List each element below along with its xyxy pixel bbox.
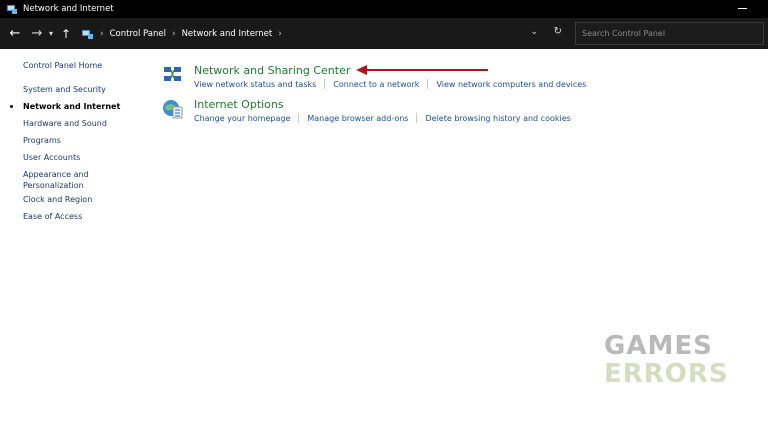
watermark-line-2: ERRORS (604, 359, 729, 389)
active-bullet-icon (10, 105, 13, 108)
view-network-status-link[interactable]: View network status and tasks (194, 80, 316, 89)
sidebar-item-system-and-security[interactable]: System and Security (23, 84, 106, 95)
internet-options-icon (163, 100, 183, 119)
connect-to-network-link[interactable]: Connect to a network (333, 80, 419, 89)
red-arrow-annotation-icon (356, 65, 488, 75)
link-divider (427, 79, 429, 89)
left-navigation-pane: Control Panel Home System and Security N… (0, 49, 150, 427)
breadcrumb-control-panel[interactable]: Control Panel (110, 29, 166, 39)
watermark-line-1: GAMES (604, 331, 713, 361)
delete-browsing-history-link[interactable]: Delete browsing history and cookies (425, 114, 570, 123)
breadcrumb-separator-icon[interactable]: › (172, 29, 176, 39)
watermark-logo: GAMES ERRORS (604, 332, 729, 388)
internet-options-link[interactable]: Internet Options (194, 98, 284, 112)
view-network-computers-link[interactable]: View network computers and devices (436, 80, 586, 89)
manage-browser-add-ons-link[interactable]: Manage browser add-ons (307, 114, 408, 123)
control-panel-icon (7, 5, 17, 14)
breadcrumb-separator-icon[interactable]: › (100, 29, 104, 39)
recent-locations-chevron-icon[interactable]: ▾ (46, 26, 56, 42)
sidebar-item-programs[interactable]: Programs (23, 135, 61, 146)
category-internet-options: Internet Options Change your homepage Ma… (162, 98, 571, 123)
control-panel-icon (82, 29, 93, 39)
sidebar-item-user-accounts[interactable]: User Accounts (23, 152, 80, 163)
sidebar-item-network-and-internet[interactable]: Network and Internet (23, 101, 120, 112)
address-dropdown-chevron-icon[interactable]: ⌄ (530, 27, 538, 37)
network-and-sharing-center-link[interactable]: Network and Sharing Center (194, 64, 350, 78)
sidebar-item-clock-and-region[interactable]: Clock and Region (23, 194, 92, 205)
sidebar-item-control-panel-home[interactable]: Control Panel Home (23, 60, 102, 71)
change-homepage-link[interactable]: Change your homepage (194, 114, 290, 123)
refresh-icon[interactable]: ↻ (554, 26, 562, 37)
title-bar: Network and Internet (0, 0, 768, 18)
minimize-button[interactable] (738, 3, 748, 13)
link-divider (416, 113, 418, 123)
search-input[interactable] (575, 22, 764, 45)
sidebar-item-ease-of-access[interactable]: Ease of Access (23, 211, 82, 222)
breadcrumb-network-and-internet[interactable]: Network and Internet (182, 29, 273, 39)
link-divider (324, 79, 326, 89)
up-arrow-icon[interactable]: ↑ (58, 26, 74, 42)
window-title: Network and Internet (23, 4, 114, 14)
network-sharing-center-icon (164, 67, 181, 81)
breadcrumb-separator-icon[interactable]: › (278, 29, 282, 39)
link-divider (298, 113, 300, 123)
sidebar-item-appearance-and-personalization[interactable]: Appearance and Personalization (23, 169, 103, 191)
back-arrow-icon[interactable]: ← (7, 26, 23, 42)
forward-arrow-icon[interactable]: → (29, 26, 45, 42)
navigation-bar: ← → ▾ ↑ › Control Panel › Network and In… (0, 18, 768, 49)
address-bar[interactable]: › Control Panel › Network and Internet ›… (78, 22, 568, 45)
sidebar-item-hardware-and-sound[interactable]: Hardware and Sound (23, 118, 107, 129)
